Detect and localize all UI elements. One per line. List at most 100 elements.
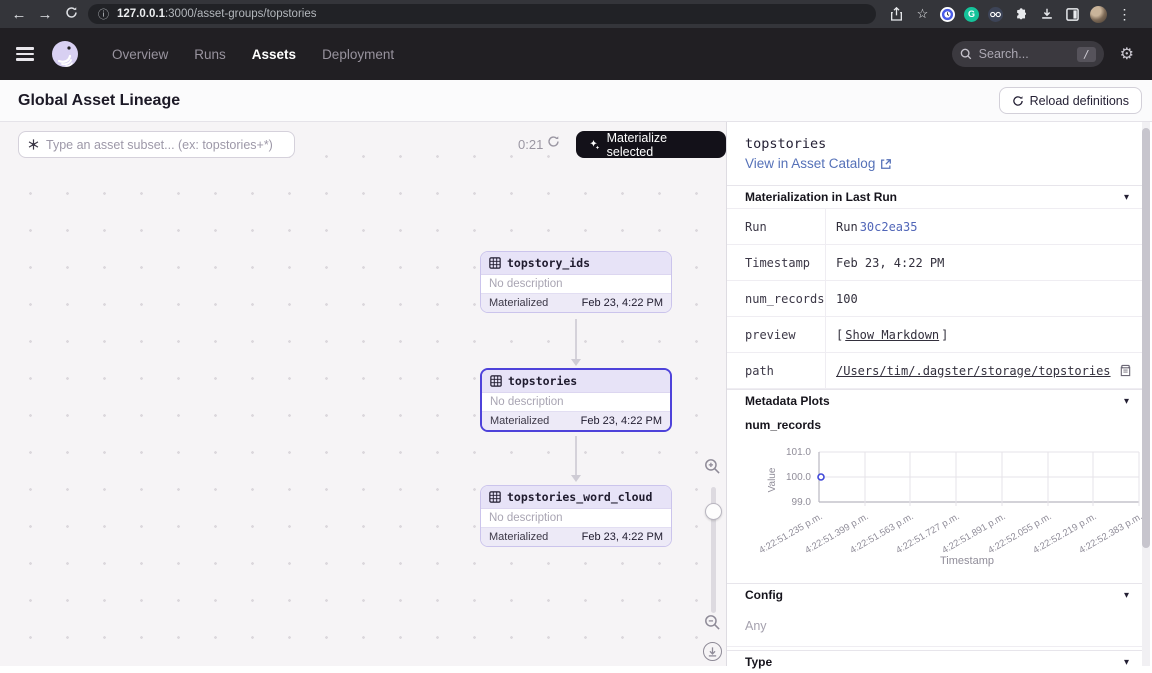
asset-name: topstories_word_cloud: [507, 490, 652, 504]
dagster-logo[interactable]: [50, 39, 80, 69]
row-label: Timestamp: [727, 256, 825, 270]
asset-node-topstories-word-cloud[interactable]: topstories_word_cloud No description Mat…: [480, 485, 672, 547]
bracket-open: [: [836, 328, 843, 342]
asset-node-topstory-ids[interactable]: topstory_ids No description Materialized…: [480, 251, 672, 313]
url-host: 127.0.0.1: [117, 8, 165, 20]
asset-description: No description: [481, 275, 671, 293]
nav-item-deployment[interactable]: Deployment: [322, 47, 394, 62]
section-metadata-plots-header[interactable]: Metadata Plots ▾: [727, 389, 1143, 412]
materialization-table: Run Run 30c2ea35 Timestamp Feb 23, 4:22 …: [727, 208, 1143, 389]
sidebar-asset-title: topstories: [745, 136, 826, 152]
chevron-down-icon[interactable]: ▾: [1124, 590, 1129, 601]
section-title: Materialization in Last Run: [745, 190, 897, 204]
zoom-out-icon[interactable]: [704, 614, 721, 636]
asset-materialized-time: Feb 23, 4:22 PM: [581, 415, 662, 427]
side-panel-icon[interactable]: [1064, 6, 1081, 23]
asset-node-topstories[interactable]: topstories No description Materialized F…: [480, 368, 672, 432]
reload-definitions-label: Reload definitions: [1030, 94, 1129, 108]
show-markdown-link[interactable]: Show Markdown: [845, 328, 939, 342]
browser-menu-icon[interactable]: ⋮: [1116, 6, 1133, 23]
asset-status: Materialized: [489, 531, 548, 543]
num-records-chart: 101.0 100.0 99.0 Value Timestamp 4:22:51…: [727, 436, 1147, 576]
browser-forward-icon[interactable]: →: [32, 6, 58, 23]
bookmark-star-icon[interactable]: ☆: [914, 6, 931, 23]
address-bar[interactable]: ⓘ 127.0.0.1 :3000/asset-groups/topstorie…: [88, 4, 876, 24]
row-label: Run: [727, 220, 825, 234]
table-row-timestamp: Timestamp Feb 23, 4:22 PM: [727, 245, 1143, 281]
bracket-close: ]: [941, 328, 948, 342]
row-label: path: [727, 364, 825, 378]
section-config-header[interactable]: Config ▾: [727, 583, 1143, 606]
materialize-selected-button[interactable]: Materialize selected: [576, 131, 726, 158]
hamburger-menu-icon[interactable]: [16, 44, 34, 64]
site-info-icon[interactable]: ⓘ: [98, 6, 109, 22]
row-label: preview: [727, 328, 825, 342]
search-placeholder: Search...: [979, 47, 1077, 61]
external-link-icon: [880, 158, 892, 170]
asset-materialized-time: Feb 23, 4:22 PM: [582, 297, 663, 309]
run-id-link[interactable]: 30c2ea35: [860, 220, 918, 234]
extensions-puzzle-icon[interactable]: [1012, 6, 1029, 23]
table-row-run: Run Run 30c2ea35: [727, 209, 1143, 245]
asset-graph-canvas[interactable]: Type an asset subset... (ex: topstories+…: [0, 122, 726, 666]
extension-icon-goggles[interactable]: [988, 7, 1003, 22]
table-icon: [490, 375, 502, 387]
chevron-down-icon[interactable]: ▾: [1124, 192, 1129, 203]
extension-icon-clock[interactable]: [940, 7, 955, 22]
edge-topstories-to-word-cloud: [575, 436, 577, 475]
nav-item-assets[interactable]: Assets: [252, 47, 296, 62]
extension-icon-grammarly[interactable]: G: [964, 7, 979, 22]
data-point[interactable]: [818, 474, 824, 480]
timestamp-value: Feb 23, 4:22 PM: [836, 256, 944, 270]
nav-items: Overview Runs Assets Deployment: [112, 47, 394, 62]
asset-filter-icon: [27, 138, 40, 151]
section-materialization-header[interactable]: Materialization in Last Run ▾: [727, 185, 1143, 208]
downloads-icon[interactable]: [1038, 6, 1055, 23]
path-link[interactable]: /Users/tim/.dagster/storage/topstories: [836, 364, 1111, 378]
edge-arrowhead: [571, 359, 581, 366]
table-row-path: path /Users/tim/.dagster/storage/topstor…: [727, 353, 1143, 389]
asset-subset-placeholder: Type an asset subset... (ex: topstories+…: [46, 138, 273, 152]
global-search-input[interactable]: Search... /: [952, 41, 1104, 67]
y-tick: 101.0: [786, 447, 811, 458]
nav-item-runs[interactable]: Runs: [194, 47, 226, 62]
recenter-view-icon[interactable]: [703, 642, 722, 661]
config-value: Any: [745, 619, 767, 633]
chevron-down-icon[interactable]: ▾: [1124, 396, 1129, 407]
num-records-value: 100: [836, 292, 858, 306]
x-axis-label: Timestamp: [940, 555, 994, 567]
run-prefix: Run: [836, 220, 858, 234]
catalog-link-label: View in Asset Catalog: [745, 156, 875, 171]
browser-back-icon[interactable]: ←: [6, 6, 32, 23]
zoom-in-icon[interactable]: [704, 458, 721, 480]
view-in-asset-catalog-link[interactable]: View in Asset Catalog: [745, 156, 892, 171]
materialize-selected-label: Materialize selected: [607, 131, 714, 159]
reload-icon: [1012, 95, 1024, 107]
copy-clipboard-icon[interactable]: [1119, 364, 1132, 377]
section-title: Type: [745, 655, 772, 669]
search-shortcut-badge: /: [1077, 47, 1096, 62]
browser-reload-icon[interactable]: [58, 6, 84, 23]
asset-subset-input[interactable]: Type an asset subset... (ex: topstories+…: [18, 131, 295, 158]
section-title: Config: [745, 588, 783, 602]
asset-description: No description: [482, 393, 670, 411]
browser-profile-avatar[interactable]: [1090, 6, 1107, 23]
edge-topstory-ids-to-topstories: [575, 319, 577, 359]
asset-description: No description: [481, 509, 671, 527]
nav-item-overview[interactable]: Overview: [112, 47, 168, 62]
refresh-timer: 0:21: [518, 137, 543, 152]
plot-title: num_records: [745, 418, 821, 432]
row-label: num_records: [727, 292, 825, 306]
section-title: Metadata Plots: [745, 394, 830, 408]
section-type-header[interactable]: Type ▾: [727, 650, 1143, 673]
share-icon[interactable]: [888, 6, 905, 23]
url-path: :3000/asset-groups/topstories: [165, 8, 317, 20]
reload-definitions-button[interactable]: Reload definitions: [999, 87, 1142, 114]
asset-status: Materialized: [489, 297, 548, 309]
panel-scrollbar-thumb[interactable]: [1142, 128, 1150, 548]
settings-gear-icon[interactable]: ⚙: [1120, 44, 1134, 64]
zoom-slider-handle[interactable]: [705, 503, 722, 520]
sparkle-icon: [588, 138, 601, 151]
asset-detail-sidebar: topstories View in Asset Catalog Materia…: [726, 122, 1152, 666]
graph-refresh-icon[interactable]: [547, 135, 560, 153]
